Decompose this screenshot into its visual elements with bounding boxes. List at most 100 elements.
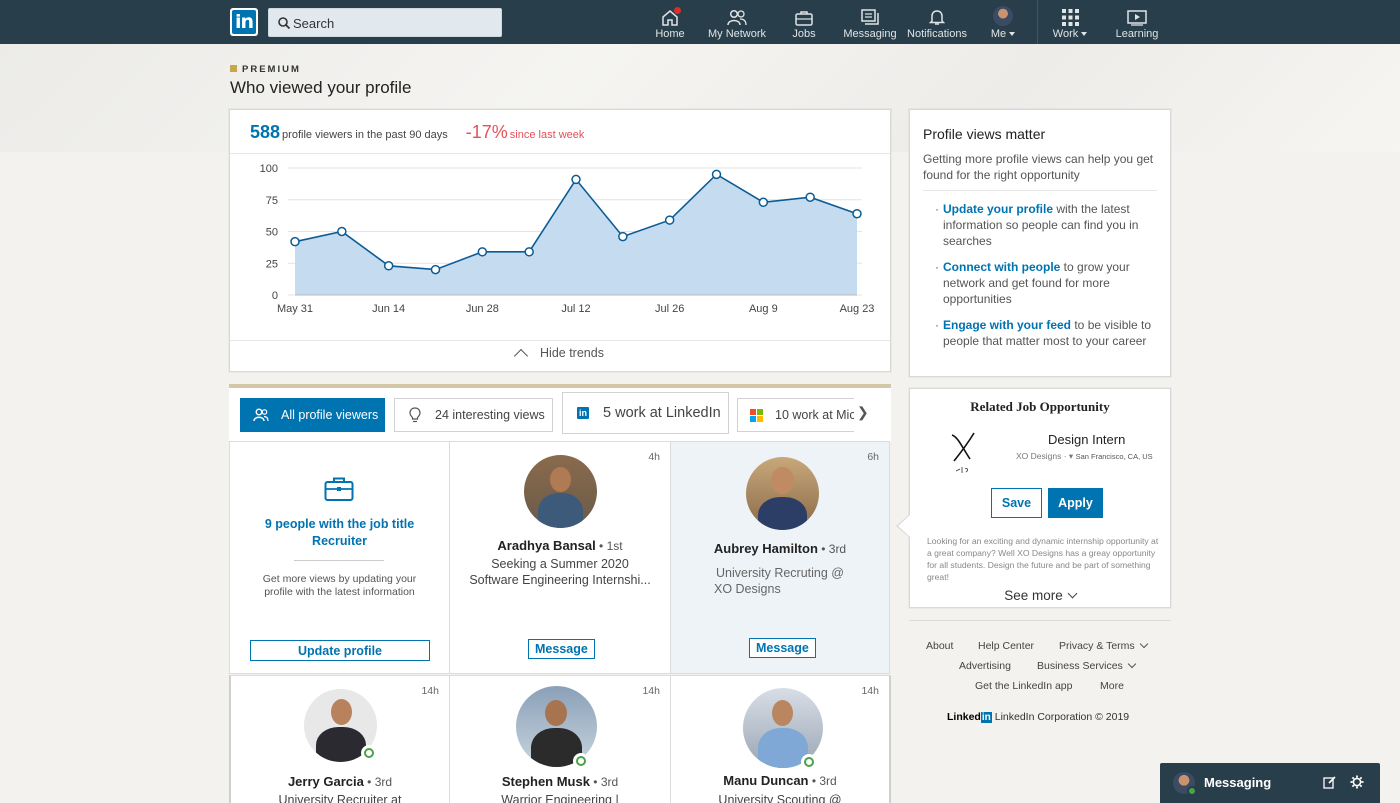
data-point — [618, 231, 628, 242]
nav-me-label: Me — [990, 28, 1007, 40]
view-time: 6h — [867, 451, 879, 463]
x-tick-label: Jul 12 — [561, 303, 590, 315]
viewers-count: 588 — [250, 122, 281, 142]
data-point — [711, 169, 722, 180]
nav-my-network-label: My Network — [707, 28, 767, 40]
profile-views-chart: 0 25 50 75 100 May 31 Jun 14 Jun 28 Jul 12 Jul 26… — [260, 163, 875, 315]
tips-title: Profile views matter — [923, 126, 1046, 142]
engage-feed-link[interactable]: Engage with your feed — [943, 318, 1071, 332]
nav-me[interactable]: Me — [986, 6, 1020, 40]
message-button[interactable]: Message — [528, 639, 595, 659]
update-profile-link[interactable]: Update your profile — [943, 202, 1053, 216]
job-title[interactable]: Design Intern — [1048, 432, 1125, 447]
see-more-button[interactable]: See more — [910, 588, 1170, 603]
footer-link-more[interactable]: More — [1100, 680, 1124, 692]
data-point — [383, 261, 394, 271]
location-pin-icon: ▾ — [1068, 451, 1074, 461]
connection-degree: 3rd — [374, 775, 393, 789]
filter-interesting-views[interactable]: 24 interesting views — [394, 398, 553, 432]
premium-label: PREMIUM — [230, 64, 301, 75]
job-company-location: XO Designs · ▾ San Francisco, CA, US — [1016, 451, 1153, 461]
nav-home[interactable]: Home — [651, 6, 689, 40]
viewer-name[interactable]: Stephen Musk — [502, 774, 590, 789]
nav-work[interactable]: Work — [1049, 6, 1091, 40]
tip-item: Connect with people to grow your network… — [935, 259, 1157, 307]
network-icon — [706, 6, 768, 26]
apply-job-button[interactable]: Apply — [1048, 488, 1103, 518]
nav-my-network[interactable]: My Network — [706, 6, 768, 40]
viewer-name[interactable]: Manu Duncan — [723, 773, 808, 788]
bell-icon — [905, 6, 969, 26]
gear-icon[interactable] — [1350, 775, 1364, 789]
nav-notifications[interactable]: Notifications — [905, 6, 969, 40]
x-tick-label: Jul 26 — [655, 303, 684, 315]
viewer-card[interactable]: 14h Jerry Garcia • 3rd University Recrui… — [229, 675, 450, 803]
footer-link-privacy-terms[interactable]: Privacy & Terms — [1059, 639, 1148, 652]
nav-divider — [1037, 0, 1038, 44]
compose-icon[interactable] — [1323, 775, 1337, 789]
data-point — [571, 174, 581, 185]
viewer-card[interactable]: 14h Manu Duncan • 3rd University Scoutin… — [670, 675, 891, 803]
tip-item: Engage with your feed to be visible to p… — [935, 317, 1157, 349]
connection-degree: 3rd — [828, 542, 847, 556]
viewer-name[interactable]: Jerry Garcia — [288, 774, 364, 789]
chevron-right-icon[interactable]: ❯ — [857, 404, 869, 421]
copyright-text: LinkedIn Corporation © 2019 — [994, 711, 1130, 723]
briefcase-icon — [787, 6, 821, 26]
viewer-headline: University Scouting @ — [718, 793, 842, 803]
messaging-bar[interactable]: Messaging — [1160, 763, 1380, 803]
search-box[interactable] — [268, 8, 502, 37]
data-point — [477, 247, 488, 257]
job-company: XO Designs — [1016, 451, 1062, 461]
footer-link-advertising[interactable]: Advertising — [959, 660, 1011, 672]
search-input[interactable] — [293, 13, 493, 33]
footer-link-business-services[interactable]: Business Services — [1037, 659, 1137, 672]
footer-copyright: Linkedin LinkedIn Corporation © 2019 — [947, 711, 1129, 723]
home-icon — [651, 6, 689, 26]
save-job-button[interactable]: Save — [991, 488, 1042, 518]
messaging-label: Messaging — [1204, 775, 1272, 790]
filter-label: All profile viewers — [281, 408, 379, 422]
filter-work-at-microsoft[interactable]: 10 work at Micro — [737, 398, 854, 432]
nav-messaging-label: Messaging — [843, 28, 897, 40]
see-more-label: See more — [1004, 588, 1063, 603]
data-point — [524, 247, 534, 257]
nav-home-label: Home — [655, 28, 685, 40]
footer-link-get-app[interactable]: Get the LinkedIn app — [975, 680, 1073, 692]
viewer-card[interactable]: 14h Stephen Musk • 3rd Warrior Engineeri… — [449, 675, 671, 803]
update-profile-button[interactable]: Update profile — [250, 640, 430, 661]
y-tick-label: 0 — [272, 290, 278, 302]
tips-list: Update your profile with the latest info… — [923, 201, 1157, 349]
profile-views-stats: 588 profile viewers in the past 90 days -1… — [250, 122, 584, 143]
hide-trends-button[interactable]: Hide trends — [230, 346, 890, 364]
online-status-icon — [801, 754, 817, 770]
footer-link-help-center[interactable]: Help Center — [978, 640, 1034, 652]
filter-all-viewers[interactable]: All profile viewers — [240, 398, 385, 432]
y-tick-label: 75 — [266, 195, 278, 207]
filter-work-at-linkedin[interactable]: in 5 work at LinkedIn — [562, 392, 729, 434]
viewer-photo[interactable] — [746, 457, 819, 530]
viewer-headline: Warrior Engineering | — [501, 793, 619, 803]
lightbulb-icon — [407, 407, 423, 423]
xo-designs-logo[interactable] — [948, 429, 980, 479]
footer-link-about[interactable]: About — [926, 640, 953, 652]
user-avatar — [1173, 772, 1197, 796]
briefcase-icon — [324, 477, 354, 501]
recruiter-count-title[interactable]: 9 people with the job title Recruiter — [250, 516, 429, 550]
viewer-name[interactable]: Aubrey Hamilton — [714, 541, 818, 556]
viewer-card[interactable]: 6h Aubrey Hamilton • 3rd University Recr… — [670, 441, 890, 674]
hide-trends-label: Hide trends — [540, 346, 604, 360]
viewer-photo[interactable] — [524, 455, 597, 528]
connect-people-link[interactable]: Connect with people — [943, 260, 1060, 274]
linkedin-logo[interactable]: in — [230, 8, 258, 36]
viewer-card[interactable]: 4h Aradhya Bansal • 1st Seeking a Summer… — [449, 441, 671, 674]
x-tick-label: Jun 14 — [372, 303, 405, 315]
viewer-name[interactable]: Aradhya Bansal — [497, 538, 595, 553]
nav-learning[interactable]: Learning — [1113, 6, 1161, 40]
nav-messaging[interactable]: Messaging — [842, 6, 898, 40]
message-button[interactable]: Message — [749, 638, 816, 658]
user-avatar — [993, 6, 1013, 26]
tips-intro: Getting more profile views can help you … — [923, 151, 1157, 191]
job-description: Looking for an exciting and dynamic inte… — [927, 536, 1159, 582]
nav-jobs[interactable]: Jobs — [787, 6, 821, 40]
